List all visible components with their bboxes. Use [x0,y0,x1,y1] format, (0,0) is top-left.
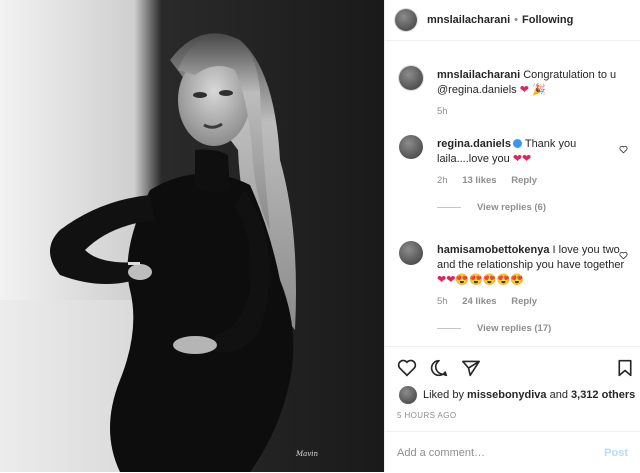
author-username[interactable]: mnslailacharani [427,14,510,26]
comment-meta: 5h 24 likes Reply [437,296,630,307]
comments-list[interactable]: mnslailacharani Congratulation to u @reg… [385,56,640,346]
liker-avatar[interactable] [399,386,417,404]
commenter-avatar[interactable] [399,241,423,265]
comment-meta: 2h 13 likes Reply [437,175,630,186]
post-comment-button[interactable]: Post [604,447,628,459]
comment-username[interactable]: hamisamobettokenya [437,244,549,256]
comment-emoji: ❤❤😍😍😍😍😍 [437,274,524,286]
heart-icon[interactable] [397,359,417,377]
comment-heart-icon[interactable] [619,251,628,260]
view-replies-label: View replies (17) [477,323,552,334]
reply-button[interactable]: Reply [511,175,537,186]
comment-text-block: regina.daniels Thank you laila....love y… [437,125,630,167]
comment-time[interactable]: 5h [437,296,448,307]
replies-divider [437,328,461,329]
commenter-avatar[interactable] [399,135,423,159]
comment-username[interactable]: regina.daniels [437,138,511,150]
comment-username[interactable]: mnslailacharani [437,69,520,81]
comment-time[interactable]: 2h [437,175,448,186]
comment-time[interactable]: 5h [437,106,448,117]
post-header: mnslailacharani • Following [385,0,640,41]
comment-likes[interactable]: 13 likes [462,175,496,186]
bookmark-icon[interactable] [617,359,633,377]
replies-divider [437,207,461,208]
liked-by-and: and [549,389,568,401]
list-item: regina.daniels Thank you laila....love y… [385,125,640,186]
post-photo[interactable]: Mavin [0,0,384,472]
share-icon[interactable] [461,359,481,377]
comment-text-block: mnslailacharani Congratulation to u @reg… [437,56,630,98]
verified-badge-icon [512,139,522,148]
comment-meta: 5h [437,106,630,117]
comment-emoji: ❤❤ [512,153,532,165]
liked-by-prefix: Liked by [423,389,464,401]
add-comment-bar: Add a comment… Post [385,431,640,473]
comment-likes[interactable]: 24 likes [462,296,496,307]
view-replies-label: View replies (6) [477,202,546,213]
post-actions-bar [385,346,640,387]
commenter-avatar[interactable] [399,66,423,90]
reply-button[interactable]: Reply [511,296,537,307]
caption-comment: mnslailacharani Congratulation to u @reg… [385,56,640,117]
comment-emoji: ❤ 🎉 [519,84,546,96]
post-side-panel: mnslailacharani • Following mnslailachar… [384,0,640,472]
comment-heart-icon[interactable] [619,145,628,154]
comment-icon[interactable] [429,359,449,377]
liked-by-user[interactable]: missebonydiva [467,389,546,401]
list-item: hamisamobettokenya I love you two and th… [385,231,640,307]
liked-by-row: Liked by missebonydiva and 3,312 others [399,386,635,404]
comment-input[interactable]: Add a comment… [397,447,604,459]
following-button[interactable]: Following [522,14,573,26]
author-avatar[interactable] [395,9,417,31]
post-timestamp[interactable]: 5 HOURS AGO [397,411,457,420]
view-replies-button[interactable]: View replies (6) [437,202,640,213]
view-replies-button[interactable]: View replies (17) [437,323,640,334]
liked-by-others[interactable]: 3,312 others [571,389,635,401]
comment-text-block: hamisamobettokenya I love you two and th… [437,231,630,288]
liked-by-text: Liked by missebonydiva and 3,312 others [423,389,635,401]
portrait-image [0,0,384,472]
photo-watermark: Mavin [296,450,319,458]
instagram-post-viewer: Mavin mnslailacharani • Following mnslai… [0,0,640,472]
header-separator: • [514,14,519,26]
